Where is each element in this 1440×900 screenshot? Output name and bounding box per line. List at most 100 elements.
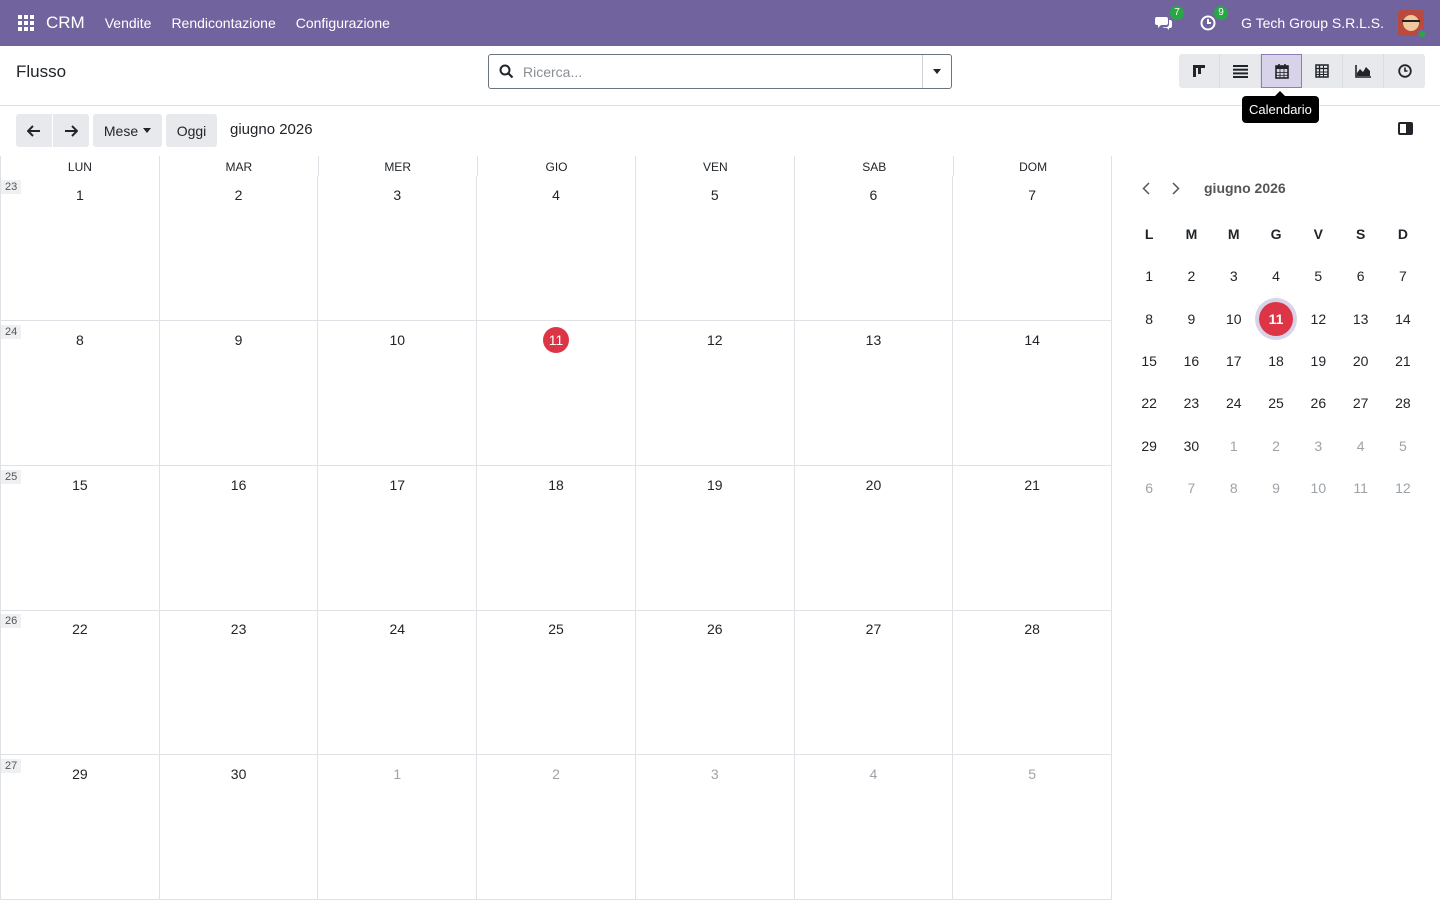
day-cell[interactable]: 7 xyxy=(952,176,1111,320)
mini-day[interactable]: 6 xyxy=(1339,259,1381,293)
day-cell[interactable]: 2 xyxy=(158,176,318,320)
mini-day[interactable]: 4 xyxy=(1255,259,1297,293)
previous-button[interactable] xyxy=(16,114,52,147)
view-pivot-button[interactable] xyxy=(1302,54,1343,88)
day-cell[interactable]: 28 xyxy=(952,610,1111,754)
mini-day[interactable]: 14 xyxy=(1382,302,1424,336)
day-cell-other-month[interactable]: 5 xyxy=(952,755,1111,899)
day-cell[interactable]: 14 xyxy=(952,321,1111,465)
day-cell[interactable]: 26 xyxy=(634,610,794,754)
scale-dropdown[interactable]: Mese xyxy=(93,114,162,147)
day-cell-other-month[interactable]: 4 xyxy=(793,755,953,899)
search-options-toggle[interactable] xyxy=(922,55,951,88)
day-cell[interactable]: 22 xyxy=(0,610,159,754)
mini-day-other-month[interactable]: 12 xyxy=(1382,471,1424,505)
company-switcher[interactable]: G Tech Group S.R.L.S. xyxy=(1241,15,1384,31)
day-cell[interactable]: 20 xyxy=(793,466,953,610)
mini-day-other-month[interactable]: 2 xyxy=(1255,429,1297,463)
mini-day-other-month[interactable]: 10 xyxy=(1297,471,1339,505)
mini-day[interactable]: 9 xyxy=(1170,302,1212,336)
day-cell[interactable]: 9 xyxy=(158,321,318,465)
day-cell[interactable]: 27 xyxy=(793,610,953,754)
day-cell-other-month[interactable]: 3 xyxy=(634,755,794,899)
mini-day[interactable]: 15 xyxy=(1128,344,1170,378)
mini-day[interactable]: 28 xyxy=(1382,386,1424,420)
activities-button[interactable]: 9 xyxy=(1197,6,1229,34)
mini-day[interactable]: 29 xyxy=(1128,429,1170,463)
day-cell[interactable]: 5 xyxy=(634,176,794,320)
mini-day-other-month[interactable]: 3 xyxy=(1297,429,1339,463)
day-cell[interactable]: 16 xyxy=(158,466,318,610)
day-cell[interactable]: 6 xyxy=(793,176,953,320)
day-cell-other-month[interactable]: 2 xyxy=(476,755,635,899)
mini-day[interactable]: 25 xyxy=(1255,386,1297,420)
day-cell[interactable]: 10 xyxy=(317,321,476,465)
day-cell[interactable]: 29 xyxy=(0,755,159,899)
mini-day[interactable]: 10 xyxy=(1213,302,1255,336)
mini-day[interactable]: 17 xyxy=(1213,344,1255,378)
menu-item-vendite[interactable]: Vendite xyxy=(105,15,152,31)
app-brand[interactable]: CRM xyxy=(46,13,85,33)
mini-day[interactable]: 2 xyxy=(1170,259,1212,293)
mini-day[interactable]: 23 xyxy=(1170,386,1212,420)
day-cell[interactable]: 15 xyxy=(0,466,159,610)
day-cell[interactable]: 3 xyxy=(317,176,476,320)
mini-day-other-month[interactable]: 1 xyxy=(1213,429,1255,463)
view-graph-button[interactable] xyxy=(1343,54,1384,88)
day-cell[interactable]: 30 xyxy=(158,755,318,899)
mini-next-button[interactable] xyxy=(1166,178,1186,198)
day-cell[interactable]: 1 xyxy=(0,176,159,320)
menu-item-configurazione[interactable]: Configurazione xyxy=(296,15,390,31)
sidebar-toggle-icon[interactable] xyxy=(1398,122,1413,135)
day-cell-today[interactable]: 11 xyxy=(476,321,635,465)
day-cell[interactable]: 17 xyxy=(317,466,476,610)
mini-day-other-month[interactable]: 9 xyxy=(1255,471,1297,505)
mini-day[interactable]: 19 xyxy=(1297,344,1339,378)
mini-day[interactable]: 16 xyxy=(1170,344,1212,378)
mini-day-today[interactable]: 11 xyxy=(1255,301,1297,336)
mini-day[interactable]: 18 xyxy=(1255,344,1297,378)
menu-item-rendicontazione[interactable]: Rendicontazione xyxy=(171,15,275,31)
mini-day[interactable]: 26 xyxy=(1297,386,1339,420)
mini-day[interactable]: 1 xyxy=(1128,259,1170,293)
mini-day-other-month[interactable]: 6 xyxy=(1128,471,1170,505)
day-cell[interactable]: 18 xyxy=(476,466,635,610)
mini-day[interactable]: 21 xyxy=(1382,344,1424,378)
mini-day-other-month[interactable]: 4 xyxy=(1339,429,1381,463)
mini-day[interactable]: 22 xyxy=(1128,386,1170,420)
user-avatar[interactable] xyxy=(1398,10,1427,39)
mini-day[interactable]: 12 xyxy=(1297,302,1339,336)
day-cell[interactable]: 24 xyxy=(317,610,476,754)
mini-day[interactable]: 24 xyxy=(1213,386,1255,420)
mini-day[interactable]: 20 xyxy=(1339,344,1381,378)
mini-day[interactable]: 13 xyxy=(1339,302,1381,336)
day-cell[interactable]: 4 xyxy=(476,176,635,320)
apps-menu-button[interactable] xyxy=(0,0,46,46)
mini-day[interactable]: 30 xyxy=(1170,429,1212,463)
day-cell[interactable]: 13 xyxy=(793,321,953,465)
mini-day[interactable]: 3 xyxy=(1213,259,1255,293)
view-calendar-button[interactable] xyxy=(1261,54,1302,88)
mini-prev-button[interactable] xyxy=(1136,178,1156,198)
day-cell-other-month[interactable]: 1 xyxy=(317,755,476,899)
mini-day-other-month[interactable]: 5 xyxy=(1382,429,1424,463)
messages-button[interactable]: 7 xyxy=(1153,6,1185,34)
mini-day-other-month[interactable]: 7 xyxy=(1170,471,1212,505)
mini-day[interactable]: 5 xyxy=(1297,259,1339,293)
mini-day[interactable]: 8 xyxy=(1128,302,1170,336)
next-button[interactable] xyxy=(53,114,89,147)
day-cell[interactable]: 8 xyxy=(0,321,159,465)
view-kanban-button[interactable] xyxy=(1179,54,1220,88)
view-list-button[interactable] xyxy=(1220,54,1261,88)
day-cell[interactable]: 23 xyxy=(158,610,318,754)
day-cell[interactable]: 21 xyxy=(952,466,1111,610)
day-cell[interactable]: 19 xyxy=(634,466,794,610)
day-cell[interactable]: 25 xyxy=(476,610,635,754)
search-input[interactable] xyxy=(523,55,922,88)
view-activity-button[interactable] xyxy=(1384,54,1425,88)
day-cell[interactable]: 12 xyxy=(634,321,794,465)
mini-day-other-month[interactable]: 8 xyxy=(1213,471,1255,505)
mini-day[interactable]: 27 xyxy=(1339,386,1381,420)
mini-day[interactable]: 7 xyxy=(1382,259,1424,293)
mini-day-other-month[interactable]: 11 xyxy=(1339,471,1381,505)
